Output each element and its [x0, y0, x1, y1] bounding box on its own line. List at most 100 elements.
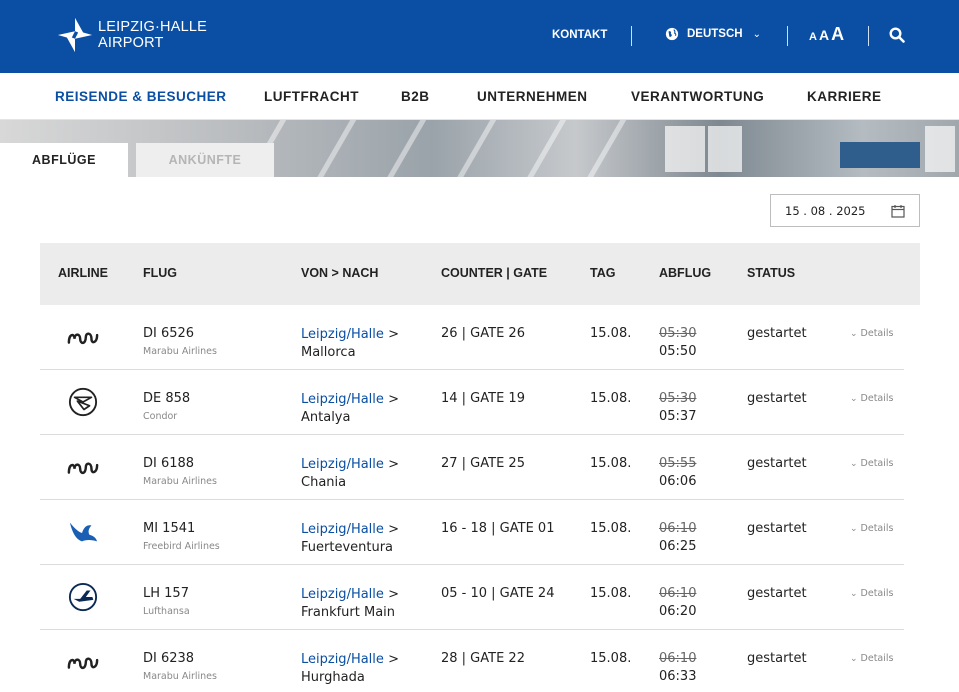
actual-time: 06:06	[659, 474, 697, 489]
lufthansa-logo-icon	[68, 582, 98, 612]
flight-number: DI 6238	[143, 651, 195, 666]
actual-time: 05:37	[659, 409, 697, 424]
origin-link[interactable]: Leipzig/Halle	[301, 457, 384, 472]
actual-time: 06:20	[659, 604, 697, 619]
scheduled-time: 06:10	[659, 651, 697, 666]
destination: Frankfurt Main	[301, 605, 396, 620]
column-header-airline: AIRLINE	[58, 266, 108, 280]
details-toggle[interactable]: ⌄ Details	[850, 653, 893, 664]
origin-link[interactable]: Leipzig/Halle	[301, 522, 384, 537]
table-header: AIRLINE FLUG VON > NACH COUNTER | GATE T…	[40, 243, 920, 305]
airport-logo-icon	[57, 17, 93, 53]
nav-item-careers[interactable]: KARRIERE	[807, 89, 882, 104]
table-row[interactable]: MI 1541 Freebird Airlines Leipzig/Halle …	[40, 500, 904, 565]
route: Leipzig/Halle > Chania	[301, 456, 399, 492]
counter-gate: 28 | GATE 22	[441, 651, 525, 666]
destination: Fuerteventura	[301, 540, 394, 555]
flight-number: DI 6188	[143, 456, 195, 471]
contact-link[interactable]: KONTAKT	[552, 29, 607, 41]
airline-logo	[66, 581, 100, 613]
font-size-small-button[interactable]: A	[809, 31, 817, 43]
details-toggle[interactable]: ⌄ Details	[850, 523, 893, 534]
airport-logo[interactable]: LEIPZIG·HALLE AIRPORT	[56, 16, 207, 54]
nav-item-b2b[interactable]: B2B	[401, 89, 430, 104]
flight-day: 15.08.	[590, 456, 632, 471]
route-arrow: >	[388, 392, 399, 407]
details-toggle[interactable]: ⌄ Details	[850, 588, 893, 599]
counter-gate: 05 - 10 | GATE 24	[441, 586, 555, 601]
actual-time: 06:25	[659, 539, 697, 554]
airline-logo	[66, 451, 100, 483]
logo-text: LEIPZIG·HALLE AIRPORT	[98, 19, 207, 51]
column-header-status: STATUS	[747, 266, 796, 280]
flight-number: DE 858	[143, 391, 191, 406]
route-arrow: >	[388, 587, 399, 602]
details-toggle[interactable]: ⌄ Details	[850, 393, 893, 404]
counter-gate: 14 | GATE 19	[441, 391, 525, 406]
airline-name: Condor	[143, 411, 178, 422]
origin-link[interactable]: Leipzig/Halle	[301, 587, 384, 602]
font-size-medium-button[interactable]: A	[819, 27, 829, 43]
flight-status: gestartet	[747, 391, 807, 406]
flight-day: 15.08.	[590, 586, 632, 601]
flight-number: MI 1541	[143, 521, 196, 536]
freebird-logo-icon	[69, 522, 98, 542]
flight-day: 15.08.	[590, 326, 632, 341]
route: Leipzig/Halle > Antalya	[301, 391, 399, 427]
origin-link[interactable]: Leipzig/Halle	[301, 392, 384, 407]
scheduled-time: 05:55	[659, 456, 697, 471]
header-divider	[787, 26, 788, 46]
font-size-large-button[interactable]: A	[831, 24, 844, 45]
main-navigation: REISENDE & BESUCHER LUFTFRACHT B2B UNTER…	[0, 73, 959, 120]
airline-logo	[66, 646, 100, 678]
origin-link[interactable]: Leipzig/Halle	[301, 327, 384, 342]
destination: Mallorca	[301, 345, 356, 360]
header-divider	[631, 26, 632, 46]
search-icon[interactable]	[889, 27, 905, 43]
tab-arrivals[interactable]: ANKÜNFTE	[136, 143, 274, 177]
marabu-logo-icon	[67, 657, 99, 670]
scheduled-time: 06:10	[659, 586, 697, 601]
tab-departures[interactable]: ABFLÜGE	[0, 143, 128, 177]
calendar-icon[interactable]	[891, 204, 905, 218]
nav-item-airfreight[interactable]: LUFTFRACHT	[264, 89, 359, 104]
airline-logo	[66, 321, 100, 353]
airline-name: Marabu Airlines	[143, 671, 217, 682]
font-size-controls: A A A	[809, 24, 846, 45]
table-row[interactable]: DI 6238 Marabu Airlines Leipzig/Halle > …	[40, 630, 904, 692]
table-row[interactable]: DE 858 Condor Leipzig/Halle > Antalya 14…	[40, 370, 904, 435]
logo-line-2: AIRPORT	[98, 35, 164, 51]
details-toggle[interactable]: ⌄ Details	[850, 458, 893, 469]
nav-item-travelers[interactable]: REISENDE & BESUCHER	[55, 89, 227, 104]
destination: Chania	[301, 475, 347, 490]
details-toggle[interactable]: ⌄ Details	[850, 328, 893, 339]
top-header: LEIPZIG·HALLE AIRPORT KONTAKT DEUTSCH ⌄ …	[0, 0, 959, 73]
origin-link[interactable]: Leipzig/Halle	[301, 652, 384, 667]
marabu-logo-icon	[67, 462, 99, 475]
route: Leipzig/Halle > Fuerteventura	[301, 521, 399, 557]
counter-gate: 26 | GATE 26	[441, 326, 525, 341]
table-row[interactable]: DI 6526 Marabu Airlines Leipzig/Halle > …	[40, 305, 904, 370]
route-arrow: >	[388, 652, 399, 667]
flight-number: DI 6526	[143, 326, 195, 341]
flight-day: 15.08.	[590, 521, 632, 536]
nav-item-company[interactable]: UNTERNEHMEN	[477, 89, 588, 104]
header-divider	[868, 26, 869, 46]
scheduled-time: 05:30	[659, 326, 697, 341]
nav-item-responsibility[interactable]: VERANTWORTUNG	[631, 89, 764, 104]
column-header-counter-gate: COUNTER | GATE	[441, 266, 548, 280]
details-label: Details	[860, 328, 894, 339]
route-arrow: >	[388, 457, 399, 472]
table-row[interactable]: LH 157 Lufthansa Leipzig/Halle > Frankfu…	[40, 565, 904, 630]
counter-gate: 27 | GATE 25	[441, 456, 525, 471]
flight-day: 15.08.	[590, 651, 632, 666]
table-row[interactable]: DI 6188 Marabu Airlines Leipzig/Halle > …	[40, 435, 904, 500]
chevron-down-icon: ⌄	[752, 28, 761, 40]
date-picker-input[interactable]: 15 . 08 . 2025	[770, 194, 920, 227]
chevron-down-icon: ⌄	[850, 328, 858, 339]
column-header-flight: FLUG	[143, 266, 178, 280]
route-arrow: >	[388, 327, 399, 342]
language-selector[interactable]: DEUTSCH ⌄	[665, 27, 761, 41]
flight-status: gestartet	[747, 326, 807, 341]
details-label: Details	[860, 393, 894, 404]
